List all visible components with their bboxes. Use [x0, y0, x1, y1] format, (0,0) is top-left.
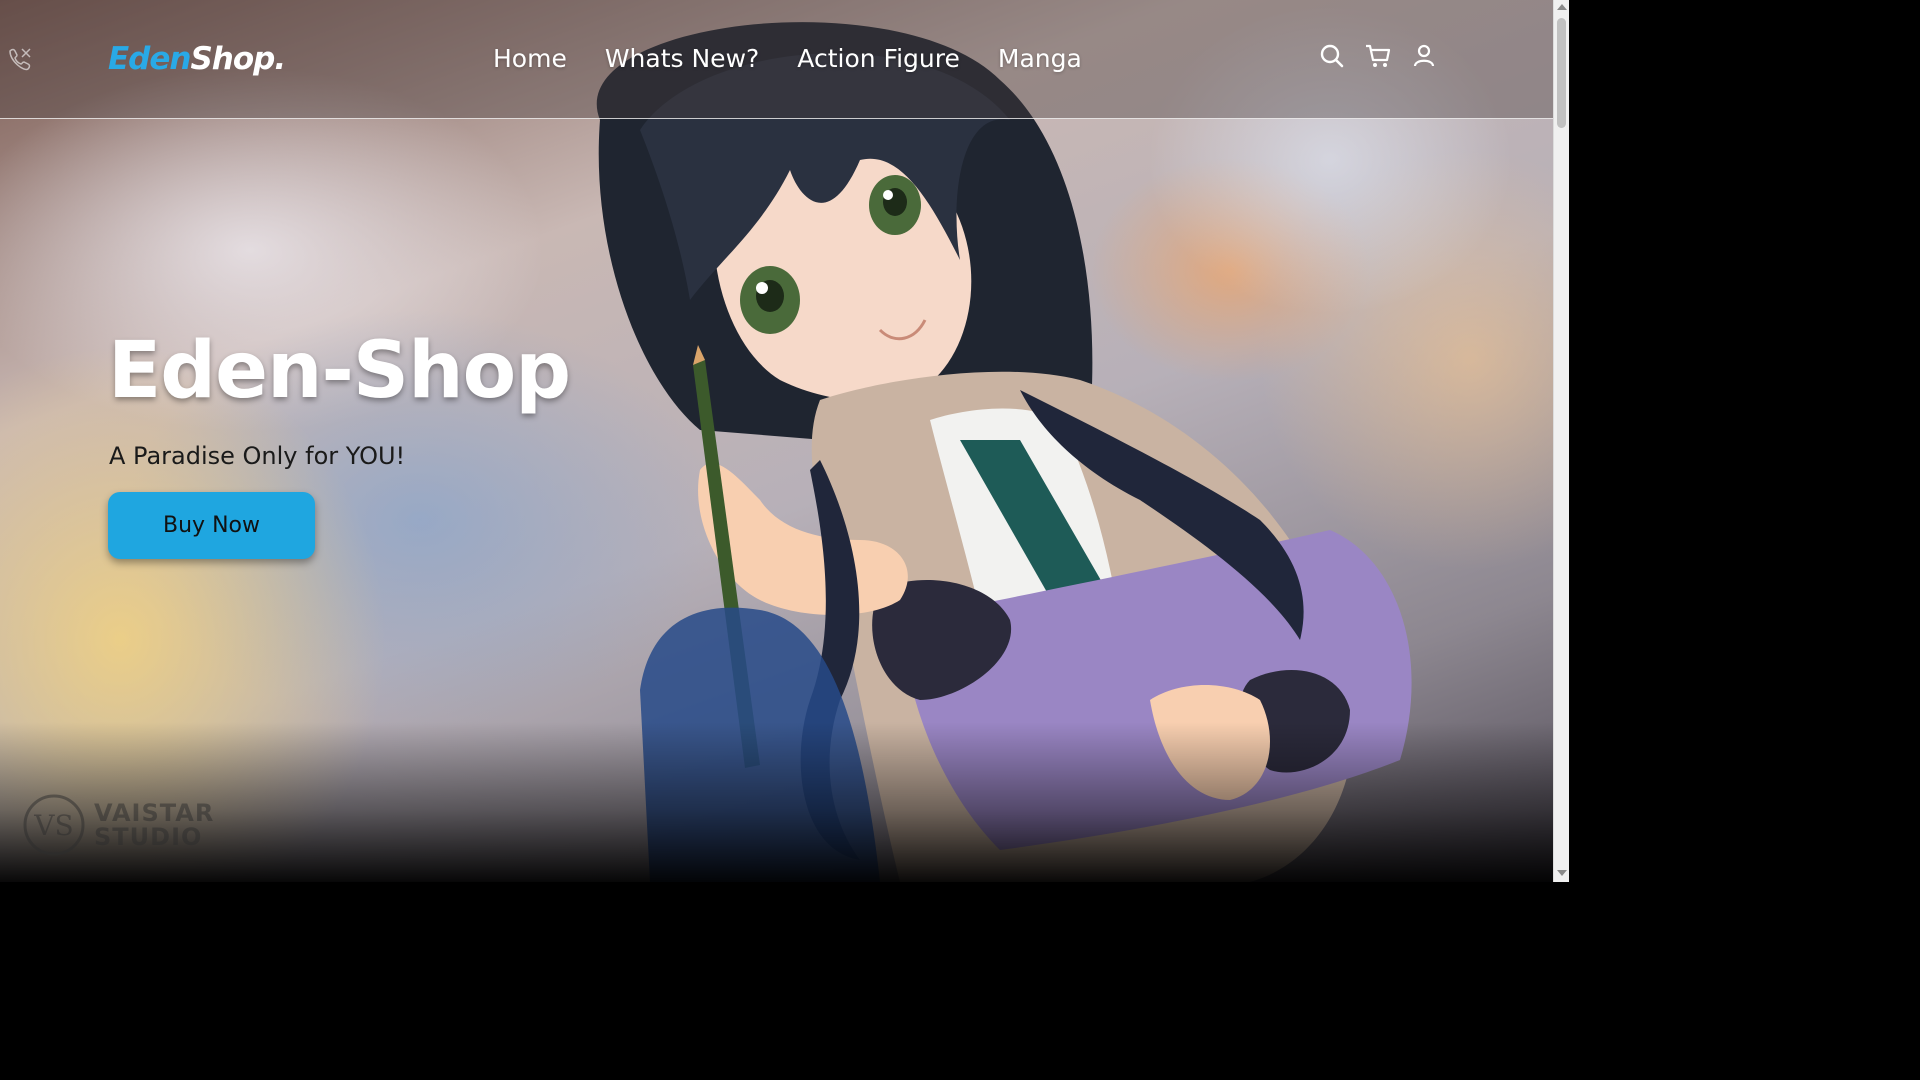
phone-icon[interactable] [6, 45, 34, 73]
watermark-line1: VAISTAR [94, 799, 215, 827]
search-icon[interactable] [1319, 42, 1345, 70]
main-nav: Home Whats New? Action Figure Manga [493, 40, 1082, 78]
brand-logo[interactable]: EdenShop. [108, 38, 286, 80]
scrollbar-thumb[interactable] [1557, 18, 1566, 128]
watermark-monogram-text: VS [33, 809, 73, 842]
nav-icon-group [1319, 42, 1437, 70]
logo-text-eden: Eden [108, 41, 191, 77]
logo-text-shop: Shop. [190, 41, 286, 77]
watermark-line2: STUDIO [94, 823, 203, 851]
watermark-monogram-icon: VS [22, 793, 86, 857]
vertical-scrollbar[interactable] [1553, 0, 1569, 882]
buy-now-button[interactable]: Buy Now [108, 492, 315, 559]
hero-title: Eden-Shop [108, 326, 571, 416]
studio-watermark: VS VAISTAR STUDIO [22, 793, 214, 857]
user-icon[interactable] [1411, 42, 1437, 70]
scroll-down-arrow-icon[interactable] [1557, 870, 1567, 876]
hero-subtitle: A Paradise Only for YOU! [109, 442, 406, 470]
nav-link-whats-new[interactable]: Whats New? [605, 40, 759, 78]
nav-link-manga[interactable]: Manga [998, 40, 1082, 78]
nav-link-action-figure[interactable]: Action Figure [797, 40, 960, 78]
cart-icon[interactable] [1365, 42, 1391, 70]
nav-link-home[interactable]: Home [493, 40, 567, 78]
scroll-up-arrow-icon[interactable] [1557, 4, 1567, 10]
top-navbar: EdenShop. Home Whats New? Action Figure … [0, 0, 1553, 119]
hero-bottom-fade [0, 722, 1553, 882]
watermark-text: VAISTAR STUDIO [94, 801, 214, 849]
